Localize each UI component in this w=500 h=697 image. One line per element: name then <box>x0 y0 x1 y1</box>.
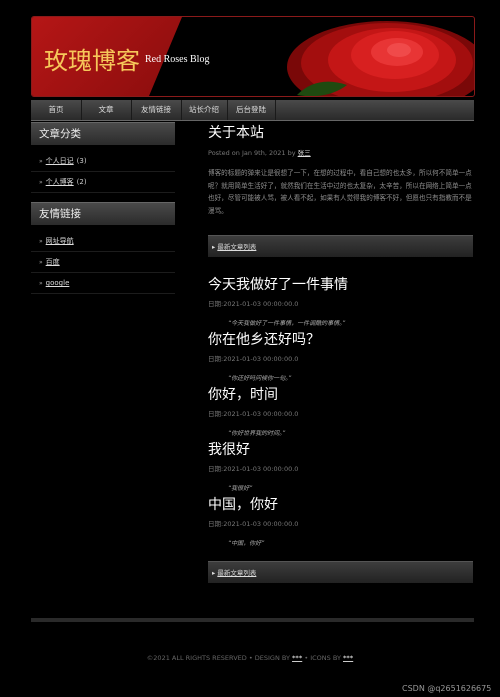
icons-by-link[interactable]: *** <box>343 654 353 662</box>
latest-posts-bar[interactable]: ▸ 最新文章列表 <box>208 235 473 257</box>
nav-item-articles[interactable]: 文章 <box>81 100 132 120</box>
latest-posts-link[interactable]: 最新文章列表 <box>217 243 256 251</box>
site-footer: ©2021 ALL RIGHTS RESERVED • DESIGN BY **… <box>0 654 500 662</box>
nav-item-about-admin[interactable]: 站长介绍 <box>181 100 228 120</box>
nav-item-home[interactable]: 首页 <box>31 100 82 120</box>
about-section: 关于本站 Posted on Jan 9th, 2021 by 张三 博客的标题… <box>208 122 473 217</box>
link-label[interactable]: google <box>46 279 70 287</box>
post-item: 中国，你好 日期:2021-01-03 00:00:00.0 “中国，你好” <box>208 494 473 547</box>
arrow-icon: ▸ <box>212 243 216 251</box>
meta-prefix: Posted on Jan 9th, 2021 by <box>208 149 296 157</box>
links-heading: 友情链接 <box>31 202 175 225</box>
category-count: (2) <box>76 178 87 186</box>
latest-posts-link[interactable]: 最新文章列表 <box>217 569 256 577</box>
post-quote: “你还好吗问候你一句。” <box>228 375 292 382</box>
category-count: (3) <box>76 157 87 165</box>
post-date: 日期:2021-01-03 00:00:00.0 <box>208 300 299 308</box>
about-meta: Posted on Jan 9th, 2021 by 张三 <box>208 147 473 157</box>
site-title: 玫瑰博客 <box>44 47 140 75</box>
post-date: 日期:2021-01-03 00:00:00.0 <box>208 465 299 473</box>
post-title[interactable]: 中国，你好 <box>208 494 473 514</box>
bullet-icon: » <box>39 179 43 186</box>
post-date: 日期:2021-01-03 00:00:00.0 <box>208 355 299 363</box>
post-title[interactable]: 我很好 <box>208 439 473 459</box>
category-label[interactable]: 个人日记 <box>46 157 74 165</box>
post-date: 日期:2021-01-03 00:00:00.0 <box>208 410 299 418</box>
design-by-label: DESIGN BY <box>254 654 290 662</box>
arrow-icon: ▸ <box>212 569 216 577</box>
category-label[interactable]: 个人博客 <box>46 178 74 186</box>
post-item: 我很好 日期:2021-01-03 00:00:00.0 “我很好” <box>208 439 473 492</box>
bullet-icon: » <box>39 259 43 266</box>
csdn-watermark: CSDN @q2651626675 <box>402 684 492 693</box>
post-item: 今天我做好了一件事情 日期:2021-01-03 00:00:00.0 “今天我… <box>208 274 473 327</box>
main-nav: 首页 文章 友情链接 站长介绍 后台登陆 <box>31 100 474 121</box>
category-item[interactable]: » 个人博客 (2) <box>31 172 175 193</box>
link-item[interactable]: » 百度 <box>31 252 175 273</box>
link-label[interactable]: 百度 <box>46 258 60 266</box>
footer-divider <box>31 618 474 622</box>
nav-item-links[interactable]: 友情链接 <box>131 100 182 120</box>
copyright-text: ©2021 ALL RIGHTS RESERVED <box>146 654 247 662</box>
post-quote: “我很好” <box>228 485 253 492</box>
post-date: 日期:2021-01-03 00:00:00.0 <box>208 520 299 528</box>
site-header: 玫瑰博客 Red Roses Blog <box>31 16 475 97</box>
nav-item-admin-login[interactable]: 后台登陆 <box>227 100 276 120</box>
link-item[interactable]: » google <box>31 273 175 294</box>
category-item[interactable]: » 个人日记 (3) <box>31 151 175 172</box>
post-title[interactable]: 今天我做好了一件事情 <box>208 274 473 294</box>
sidebar-categories: 文章分类 » 个人日记 (3) » 个人博客 (2) <box>31 122 175 193</box>
rose-image <box>287 21 474 96</box>
post-quote: “中国，你好” <box>228 540 265 547</box>
bullet-icon: » <box>39 280 43 287</box>
bullet-icon: » <box>39 238 43 245</box>
link-item[interactable]: » 网址导航 <box>31 231 175 252</box>
about-body: 博客的标题的弹来让是很想了一下，在想的过程中，看自己想的也太多，所以何不简单一点… <box>208 169 472 215</box>
icons-by-label: ICONS BY <box>310 654 341 662</box>
post-quote: “你好世界我的时间。” <box>228 430 286 437</box>
post-title[interactable]: 你在他乡还好吗？ <box>208 329 473 349</box>
post-item: 你在他乡还好吗？ 日期:2021-01-03 00:00:00.0 “你还好吗问… <box>208 329 473 382</box>
post-item: 你好，时间 日期:2021-01-03 00:00:00.0 “你好世界我的时间… <box>208 384 473 437</box>
post-quote: “今天我做好了一件事情，一件调酷的事情。” <box>228 320 346 327</box>
design-by-link[interactable]: *** <box>292 654 302 662</box>
author-link[interactable]: 张三 <box>298 149 311 157</box>
site-subtitle: Red Roses Blog <box>145 54 210 65</box>
latest-posts-bar-bottom[interactable]: ▸ 最新文章列表 <box>208 561 473 583</box>
bullet-icon: » <box>39 158 43 165</box>
link-label[interactable]: 网址导航 <box>46 237 74 245</box>
sidebar-links: 友情链接 » 网址导航 » 百度 » google <box>31 202 175 294</box>
categories-heading: 文章分类 <box>31 122 175 145</box>
about-title: 关于本站 <box>208 125 264 141</box>
post-title[interactable]: 你好，时间 <box>208 384 473 404</box>
